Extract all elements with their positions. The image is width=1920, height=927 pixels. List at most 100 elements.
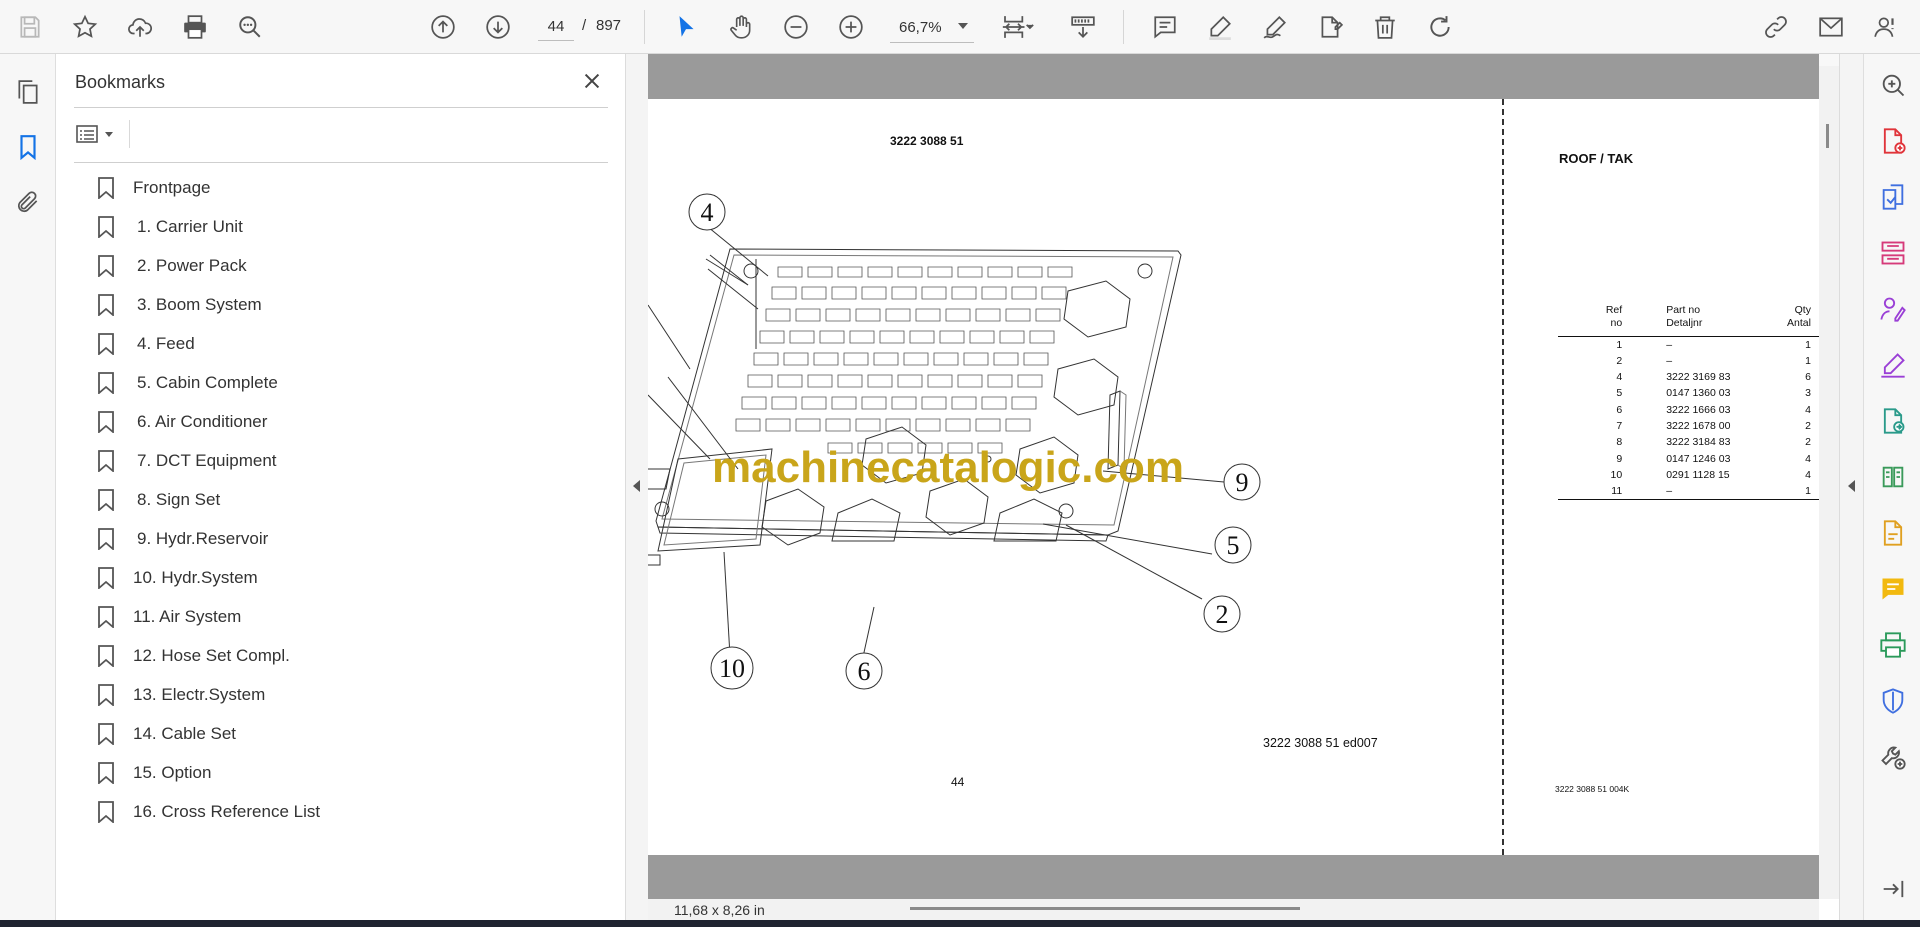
- bookmark-item[interactable]: 16. Cross Reference List: [91, 792, 601, 831]
- vertical-scroll-thumb[interactable]: [1826, 124, 1829, 148]
- bookmarks-panel-icon[interactable]: [9, 128, 47, 166]
- document-viewport[interactable]: 3222 3088 51 4 9 5 2 6 10 machinecatalog…: [648, 54, 1819, 899]
- vertical-scrollbar[interactable]: [1819, 54, 1839, 899]
- bookmark-label: 7. DCT Equipment: [137, 450, 277, 470]
- compare-files-icon[interactable]: [1874, 458, 1912, 496]
- bookmark-item[interactable]: 13. Electr.System: [91, 675, 601, 714]
- bookmark-icon: [98, 410, 114, 433]
- fill-and-sign-icon[interactable]: [1874, 346, 1912, 384]
- collapse-tools-icon[interactable]: [1874, 870, 1912, 908]
- parts-list-footer: 3222 3088 51 004K: [1555, 784, 1630, 794]
- bookmark-item[interactable]: 11. Air System: [91, 597, 601, 636]
- right-tools-panel: [1863, 54, 1920, 920]
- bookmark-icon: [98, 293, 114, 316]
- page-size-label: 11,68 x 8,26 in: [674, 902, 765, 918]
- bookmark-item[interactable]: 9. Hydr.Reservoir: [91, 519, 601, 558]
- print-icon[interactable]: [176, 8, 214, 46]
- table-row: 83222 3184 832S: [1616, 436, 1811, 449]
- account-icon[interactable]: [1867, 8, 1905, 46]
- attachments-icon[interactable]: [9, 183, 47, 221]
- table-row: 11–1I: [1558, 483, 1819, 500]
- select-pointer-icon[interactable]: [667, 8, 705, 46]
- page-fold-line: [1502, 99, 1504, 855]
- combine-files-icon[interactable]: [1874, 178, 1912, 216]
- comment-icon[interactable]: [1146, 8, 1184, 46]
- email-icon[interactable]: [1812, 8, 1850, 46]
- header-ref: Ref no: [1605, 304, 1623, 329]
- header-qty: Qty Antal: [1787, 304, 1811, 329]
- right-panel-toggle[interactable]: [1839, 54, 1863, 920]
- bookmark-item[interactable]: 10. Hydr.System: [91, 558, 601, 597]
- bookmark-item[interactable]: 14. Cable Set: [91, 714, 601, 753]
- drawing-edition: 3222 3088 51 ed007: [1263, 736, 1378, 750]
- bookmark-item[interactable]: 2. Power Pack: [91, 246, 601, 285]
- bookmark-item[interactable]: 15. Option: [91, 753, 601, 792]
- bookmark-star-icon[interactable]: [66, 8, 104, 46]
- zoom-search-icon[interactable]: [1874, 66, 1912, 104]
- bookmark-item[interactable]: 4. Feed: [91, 324, 601, 363]
- bookmark-item[interactable]: 6. Air Conditioner: [91, 402, 601, 441]
- comment-tool-icon[interactable]: [1874, 570, 1912, 608]
- export-document-icon[interactable]: [1874, 402, 1912, 440]
- toolbar-divider: [1123, 10, 1124, 44]
- protect-shield-icon[interactable]: [1874, 682, 1912, 720]
- page-thumbnails-icon[interactable]: [9, 73, 47, 111]
- request-signature-icon[interactable]: [1874, 290, 1912, 328]
- horizontal-scroll-thumb[interactable]: [910, 907, 1300, 910]
- bookmark-icon: [98, 800, 114, 823]
- rotate-icon[interactable]: [1421, 8, 1459, 46]
- horizontal-scrollbar[interactable]: 11,68 x 8,26 in: [648, 899, 1819, 920]
- page-number-input[interactable]: [538, 13, 574, 41]
- hand-icon[interactable]: [722, 8, 760, 46]
- bookmark-item[interactable]: 12. Hose Set Compl.: [91, 636, 601, 675]
- parts-table: Refno Part noDetaljnr QtyAntal I 1–1I 2–…: [1558, 304, 1819, 500]
- find-icon[interactable]: [231, 8, 269, 46]
- save-icon[interactable]: [11, 8, 49, 46]
- scroll-mode-icon[interactable]: [1064, 8, 1102, 46]
- panel-splitter[interactable]: [625, 54, 648, 920]
- bookmark-label: 4. Feed: [137, 333, 195, 353]
- bookmark-label: 5. Cabin Complete: [137, 372, 278, 392]
- bookmark-item[interactable]: 5. Cabin Complete: [91, 363, 601, 402]
- page-fit-icon[interactable]: [994, 8, 1042, 46]
- collapse-left-icon[interactable]: [633, 480, 640, 492]
- print-production-icon[interactable]: [1874, 626, 1912, 664]
- organize-pages-icon[interactable]: [1874, 234, 1912, 272]
- zoom-in-icon[interactable]: [832, 8, 870, 46]
- export-pdf-icon[interactable]: [1874, 122, 1912, 160]
- bookmark-options-button[interactable]: [75, 118, 121, 150]
- callout-2: 2: [1216, 600, 1229, 629]
- more-tools-icon[interactable]: [1874, 738, 1912, 776]
- highlight-icon[interactable]: [1201, 8, 1239, 46]
- close-icon[interactable]: [577, 66, 607, 96]
- bookmark-icon: [98, 488, 114, 511]
- share-link-icon[interactable]: [1757, 8, 1795, 46]
- bookmark-icon: [98, 722, 114, 745]
- upload-icon[interactable]: [121, 8, 159, 46]
- delete-icon[interactable]: [1366, 8, 1404, 46]
- table-row: 90147 1246 034S: [1616, 452, 1811, 465]
- bookmark-item[interactable]: 8. Sign Set: [91, 480, 601, 519]
- bookmark-icon: [98, 449, 114, 472]
- callout-10: 10: [719, 654, 745, 683]
- bookmark-item[interactable]: 1. Carrier Unit: [91, 207, 601, 246]
- draw-icon[interactable]: [1256, 8, 1294, 46]
- bookmark-item[interactable]: 3. Boom System: [91, 285, 601, 324]
- expand-right-panel-icon[interactable]: [1848, 480, 1855, 492]
- table-header-row: Refno Part noDetaljnr QtyAntal I: [1558, 304, 1819, 330]
- bookmark-label: 11. Air System: [133, 606, 242, 626]
- next-page-icon[interactable]: [479, 8, 517, 46]
- table-row: 73222 1678 002I: [1616, 419, 1811, 432]
- edit-pdf-icon[interactable]: [1874, 514, 1912, 552]
- zoom-out-icon[interactable]: [777, 8, 815, 46]
- scroll-up-area[interactable]: [1819, 54, 1839, 66]
- bookmarks-panel: Bookmarks Frontpage 1. Carrier Unit 2. P…: [57, 54, 625, 920]
- bookmark-item[interactable]: Frontpage: [91, 168, 601, 207]
- chevron-down-icon: [105, 131, 113, 137]
- previous-page-icon[interactable]: [424, 8, 462, 46]
- bookmark-item[interactable]: 7. DCT Equipment: [91, 441, 601, 480]
- fill-sign-icon[interactable]: [1311, 8, 1349, 46]
- zoom-level-dropdown[interactable]: 66,7%: [890, 13, 974, 43]
- bookmark-icon: [98, 332, 114, 355]
- bookmark-icon: [98, 683, 114, 706]
